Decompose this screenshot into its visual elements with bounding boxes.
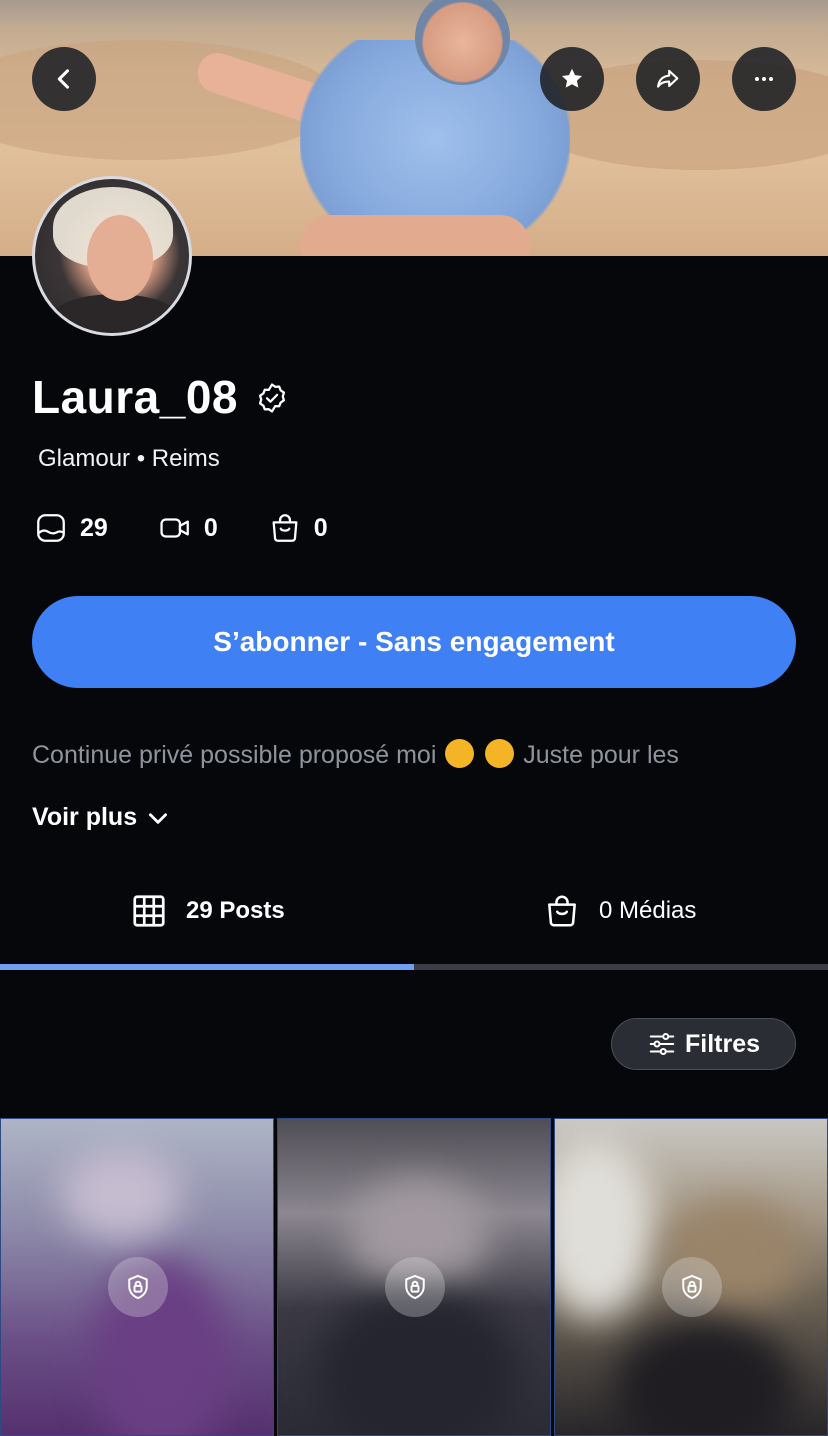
lock-icon [405,1274,425,1300]
stat-videos: 0 [158,511,218,545]
stat-photos: 29 [34,511,108,545]
tab-medias-label: 0 Médias [599,897,697,924]
filters-button[interactable]: Filtres [611,1018,796,1070]
subscribe-button[interactable]: S’abonner - Sans engagement [32,596,796,688]
bio-text-part2: Juste pour les [523,741,679,769]
locked-post[interactable] [277,1118,551,1436]
favorite-button[interactable] [540,47,604,111]
verified-badge-icon [258,383,286,413]
bio-text-part1: Continue privé possible proposé moi [32,741,437,769]
more-button[interactable] [732,47,796,111]
tab-posts-label: 29 Posts [186,897,285,924]
voir-plus-label: Voir plus [32,803,138,831]
stat-purchases: 0 [268,511,328,545]
lock-badge [108,1257,168,1317]
photo-icon [37,514,65,542]
share-arrow-icon [657,69,679,88]
locked-post[interactable] [554,1118,828,1436]
back-button[interactable] [32,47,96,111]
filters-label: Filtres [684,1029,761,1058]
avatar[interactable] [32,176,192,336]
grid-icon [133,895,165,927]
star-icon [561,68,583,88]
shopping-bag-icon [272,514,298,542]
stat-videos-value: 0 [203,513,218,542]
chevron-left-icon [57,69,70,89]
chevron-down-icon [149,812,168,824]
lock-badge [662,1257,722,1317]
tab-medias[interactable]: 0 Médias [543,886,696,936]
profile-name: Laura_08 [32,371,239,423]
shopping-bag-icon [548,895,576,927]
voir-plus-button[interactable]: Voir plus [32,803,171,832]
lock-icon [682,1274,702,1300]
giggle-emoji-icon [485,739,515,768]
more-horizontal-icon [755,77,773,81]
video-icon [160,518,189,538]
share-button[interactable] [636,47,700,111]
stat-photos-value: 29 [80,513,108,542]
profile-meta: Glamour • Reims [38,445,220,472]
lock-icon [128,1274,148,1300]
tab-posts[interactable]: 29 Posts [130,886,285,936]
wink-emoji-icon [445,739,475,768]
lock-badge [385,1257,445,1317]
stat-purchases-value: 0 [313,513,328,542]
locked-post[interactable] [0,1118,274,1436]
sliders-icon [649,1033,675,1055]
profile-stats: 29 0 0 [34,508,378,548]
tab-active-indicator [0,964,414,970]
profile-bio: Continue privé possible proposé moi Just… [32,735,828,785]
